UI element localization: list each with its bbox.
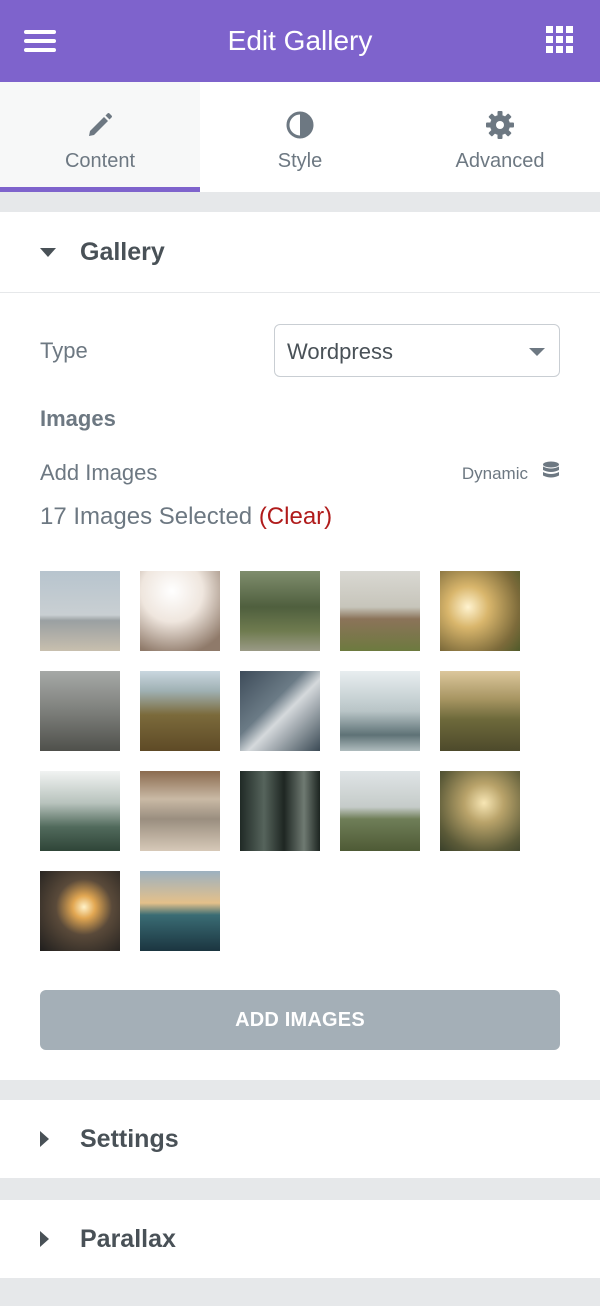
hamburger-menu-icon[interactable] — [24, 28, 58, 54]
tab-content[interactable]: Content — [0, 82, 200, 192]
gallery-thumbnail[interactable] — [140, 571, 220, 651]
tab-advanced[interactable]: Advanced — [400, 82, 600, 192]
add-images-button[interactable]: ADD IMAGES — [40, 990, 560, 1050]
editor-tabs: Content Style Advanced — [0, 82, 600, 192]
gallery-thumbnail[interactable] — [440, 671, 520, 751]
selected-count-text: 17 Images Selected — [40, 503, 259, 530]
gallery-thumbnail[interactable] — [140, 871, 220, 951]
add-images-label: Add Images — [40, 460, 158, 485]
section-parallax-header[interactable]: Parallax — [0, 1200, 600, 1278]
panel-title: Edit Gallery — [227, 25, 373, 56]
gallery-thumbnail[interactable] — [340, 571, 420, 651]
clear-link[interactable]: (Clear) — [259, 503, 332, 530]
section-settings-header[interactable]: Settings — [0, 1100, 600, 1178]
tab-advanced-label: Advanced — [455, 150, 545, 172]
gallery-thumbnail[interactable] — [440, 571, 520, 651]
gallery-thumbnail[interactable] — [40, 871, 120, 951]
thumbnail-grid — [40, 571, 540, 951]
apps-grid-icon[interactable] — [546, 26, 574, 54]
gallery-thumbnail[interactable] — [440, 771, 520, 851]
caret-right-icon — [40, 1131, 49, 1147]
gallery-thumbnail[interactable] — [140, 771, 220, 851]
type-select-value: Wordpress — [287, 339, 393, 364]
gallery-thumbnail[interactable] — [40, 571, 120, 651]
gallery-thumbnail[interactable] — [40, 771, 120, 851]
type-label: Type — [40, 338, 88, 363]
database-icon — [542, 461, 560, 486]
gallery-thumbnail[interactable] — [140, 671, 220, 751]
top-bar: Edit Gallery — [0, 0, 600, 82]
gear-icon — [483, 108, 517, 142]
tab-style[interactable]: Style — [200, 82, 400, 192]
dynamic-label: Dynamic — [461, 463, 528, 483]
section-settings-title: Settings — [80, 1124, 179, 1153]
chevron-down-icon — [529, 348, 545, 356]
caret-down-icon — [40, 248, 56, 257]
images-heading: Images — [40, 406, 116, 431]
caret-right-icon — [40, 1231, 49, 1247]
gallery-thumbnail[interactable] — [240, 671, 320, 751]
gallery-thumbnail[interactable] — [240, 771, 320, 851]
section-gallery-header[interactable]: Gallery — [0, 212, 600, 292]
gallery-controls: Type Wordpress Images Add Images Dynamic… — [0, 292, 600, 1080]
half-circle-icon — [283, 108, 317, 142]
tab-style-label: Style — [277, 150, 323, 172]
gallery-thumbnail[interactable] — [340, 771, 420, 851]
pencil-icon — [83, 108, 117, 142]
gallery-thumbnail[interactable] — [40, 671, 120, 751]
dynamic-tags-toggle[interactable]: Dynamic — [462, 461, 560, 486]
gallery-thumbnail[interactable] — [240, 571, 320, 651]
gallery-thumbnail[interactable] — [340, 671, 420, 751]
tab-content-label: Content — [64, 150, 136, 172]
selected-count: 17 Images Selected (Clear) — [40, 503, 332, 531]
section-parallax-title: Parallax — [80, 1224, 176, 1253]
type-select[interactable]: Wordpress — [274, 324, 560, 377]
section-gallery-title: Gallery — [80, 237, 165, 266]
